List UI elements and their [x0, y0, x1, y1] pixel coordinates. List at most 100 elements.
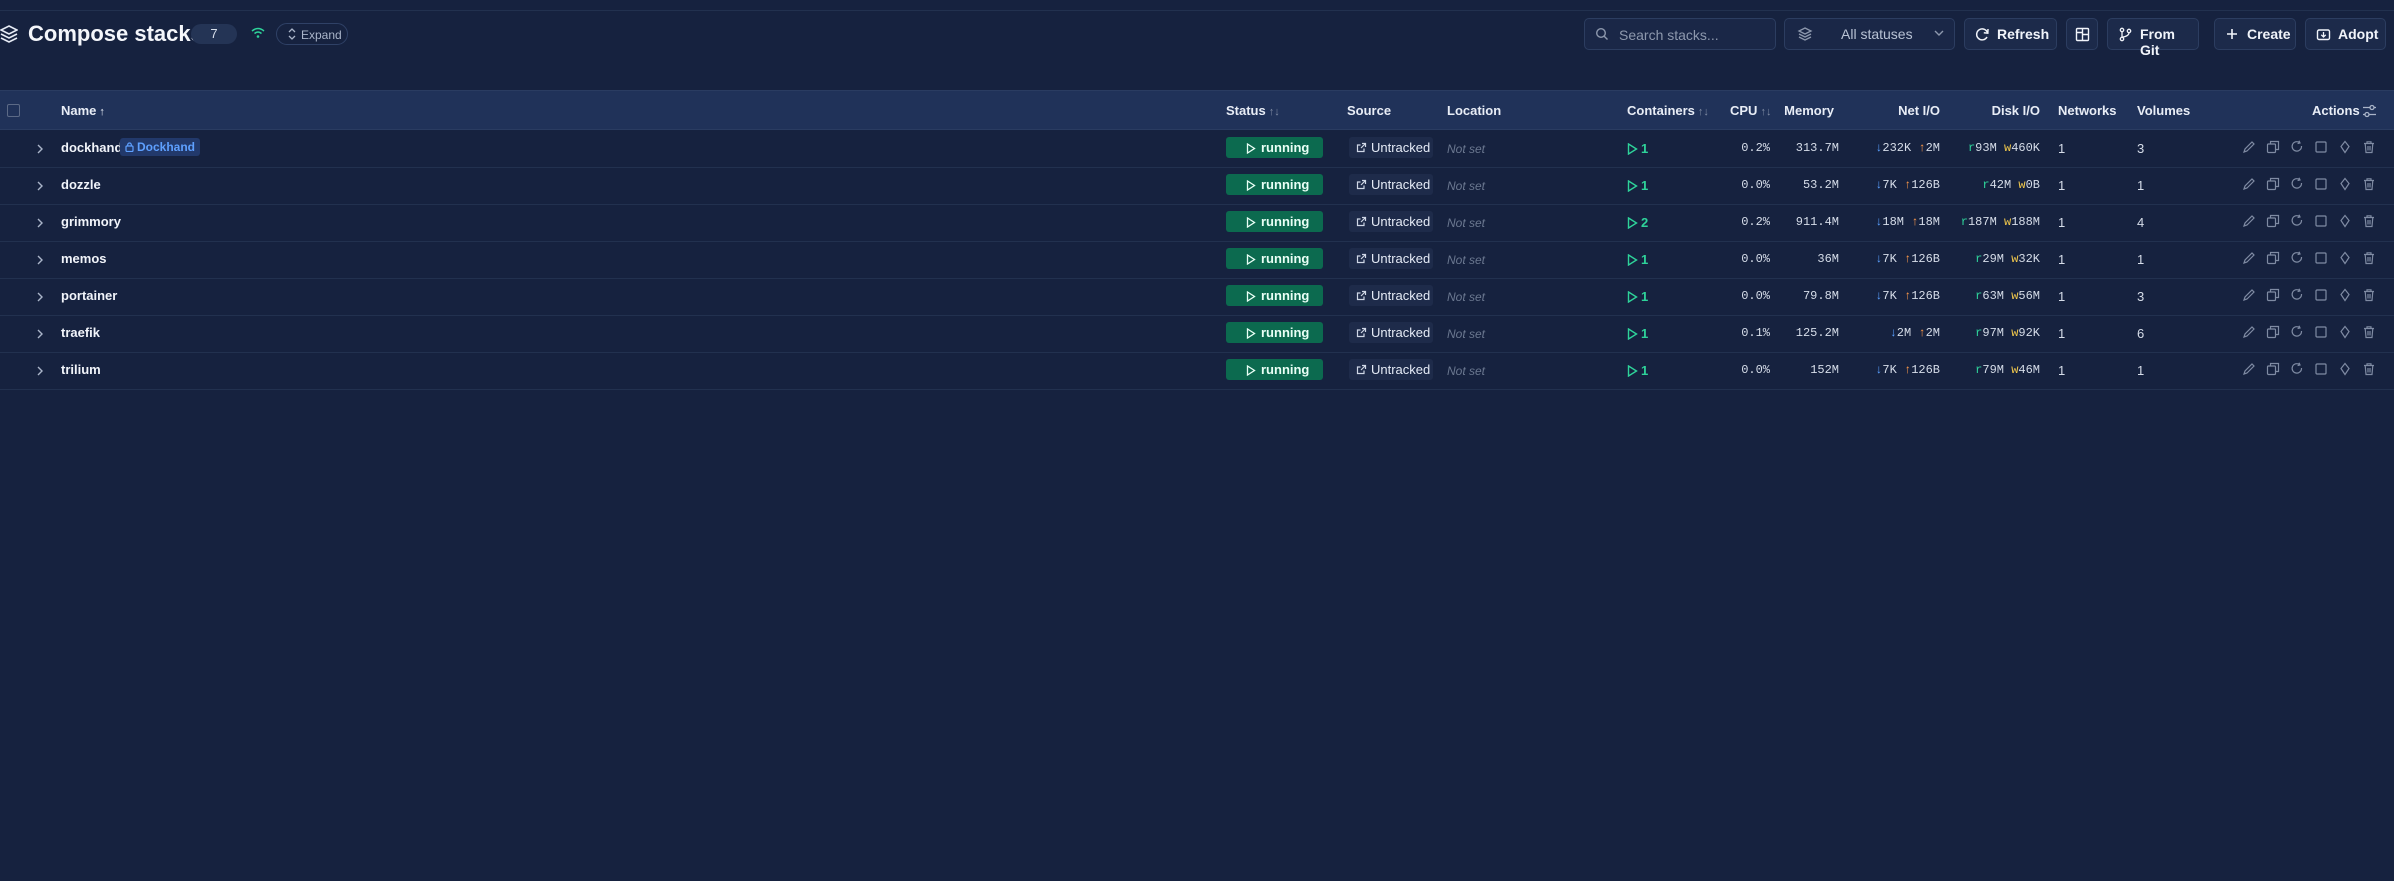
source-badge[interactable]: Untracked: [1349, 285, 1433, 306]
expand-button[interactable]: Expand: [276, 23, 348, 45]
restart-icon[interactable]: [2290, 251, 2304, 265]
copy-icon[interactable]: [2266, 251, 2280, 265]
stop-icon[interactable]: [2314, 140, 2328, 154]
stack-name[interactable]: trilium: [61, 362, 101, 377]
search-box[interactable]: [1584, 18, 1776, 50]
status-badge: running: [1226, 174, 1323, 195]
table-row[interactable]: grimmory running Untracked Not set 2 0.2% 911.…: [0, 204, 2394, 242]
source-badge[interactable]: Untracked: [1349, 211, 1433, 232]
pause-icon[interactable]: [2338, 288, 2352, 302]
edit-icon[interactable]: [2242, 251, 2256, 265]
trash-icon[interactable]: [2362, 288, 2376, 302]
copy-icon[interactable]: [2266, 140, 2280, 154]
stop-icon[interactable]: [2314, 214, 2328, 228]
chevron-right-icon[interactable]: [36, 364, 44, 382]
chevron-right-icon[interactable]: [36, 327, 44, 345]
play-icon: [1627, 215, 1641, 230]
containers-count[interactable]: 1: [1627, 252, 1648, 267]
copy-icon[interactable]: [2266, 177, 2280, 191]
table-row[interactable]: trilium running Untracked Not set 1 0.0% 152M ↓…: [0, 352, 2394, 390]
restart-icon[interactable]: [2290, 214, 2304, 228]
create-button[interactable]: Create: [2214, 18, 2296, 50]
layout-toggle-button[interactable]: [2066, 18, 2098, 50]
table-row[interactable]: dozzle running Untracked Not set 1 0.0% 53.2M ↓…: [0, 167, 2394, 205]
source-badge[interactable]: Untracked: [1349, 248, 1433, 269]
pause-icon[interactable]: [2338, 251, 2352, 265]
pause-icon[interactable]: [2338, 325, 2352, 339]
from-git-button[interactable]: From Git: [2107, 18, 2199, 58]
source-badge[interactable]: Untracked: [1349, 137, 1433, 158]
stack-name[interactable]: dockhand: [61, 140, 122, 155]
containers-count[interactable]: 1: [1627, 326, 1648, 341]
pause-icon[interactable]: [2338, 140, 2352, 154]
edit-icon[interactable]: [2242, 288, 2256, 302]
sort-icon: ↑↓: [1268, 106, 1280, 118]
chevron-right-icon[interactable]: [36, 253, 44, 271]
status-label: running: [1261, 140, 1310, 155]
column-name[interactable]: Name ↑: [61, 103, 105, 118]
edit-icon[interactable]: [2242, 214, 2256, 228]
chevron-right-icon[interactable]: [36, 142, 44, 160]
stack-name[interactable]: portainer: [61, 288, 117, 303]
stack-name[interactable]: memos: [61, 251, 107, 266]
table-row[interactable]: dockhand Dockhand running Untracked Not set 1…: [0, 130, 2394, 168]
containers-count[interactable]: 2: [1627, 215, 1648, 230]
search-input[interactable]: [1617, 25, 1771, 45]
restart-icon[interactable]: [2290, 140, 2304, 154]
source-badge[interactable]: Untracked: [1349, 174, 1433, 195]
chevron-right-icon[interactable]: [36, 179, 44, 197]
containers-value: 1: [1641, 141, 1649, 156]
containers-value: 1: [1641, 289, 1649, 304]
stop-icon[interactable]: [2314, 251, 2328, 265]
refresh-button[interactable]: Refresh: [1964, 18, 2057, 50]
trash-icon[interactable]: [2362, 325, 2376, 339]
copy-icon[interactable]: [2266, 325, 2280, 339]
pause-icon[interactable]: [2338, 362, 2352, 376]
select-all-checkbox[interactable]: [7, 104, 20, 117]
stack-name[interactable]: dozzle: [61, 177, 101, 192]
containers-count[interactable]: 1: [1627, 289, 1648, 304]
stop-icon[interactable]: [2314, 177, 2328, 191]
stop-icon[interactable]: [2314, 325, 2328, 339]
status-filter-select[interactable]: All statuses: [1784, 18, 1955, 50]
containers-count[interactable]: 1: [1627, 178, 1648, 193]
restart-icon[interactable]: [2290, 362, 2304, 376]
edit-icon[interactable]: [2242, 325, 2256, 339]
chevron-right-icon[interactable]: [36, 290, 44, 308]
stop-icon[interactable]: [2314, 362, 2328, 376]
restart-icon[interactable]: [2290, 177, 2304, 191]
stack-name[interactable]: traefik: [61, 325, 100, 340]
table-row[interactable]: memos running Untracked Not set 1 0.0% 36M ↓7K …: [0, 241, 2394, 279]
copy-icon[interactable]: [2266, 362, 2280, 376]
column-cpu[interactable]: CPU ↑↓: [1730, 103, 1771, 118]
stop-icon[interactable]: [2314, 288, 2328, 302]
containers-count[interactable]: 1: [1627, 141, 1648, 156]
adopt-button[interactable]: Adopt: [2305, 18, 2386, 50]
source-badge[interactable]: Untracked: [1349, 359, 1433, 380]
trash-icon[interactable]: [2362, 214, 2376, 228]
trash-icon[interactable]: [2362, 140, 2376, 154]
pause-icon[interactable]: [2338, 214, 2352, 228]
restart-icon[interactable]: [2290, 325, 2304, 339]
column-status[interactable]: Status ↑↓: [1226, 103, 1280, 118]
column-memory: Memory: [1784, 103, 1834, 118]
sliders-icon[interactable]: [2362, 104, 2377, 118]
pause-icon[interactable]: [2338, 177, 2352, 191]
containers-count[interactable]: 1: [1627, 363, 1648, 378]
edit-icon[interactable]: [2242, 177, 2256, 191]
source-badge[interactable]: Untracked: [1349, 322, 1433, 343]
table-row[interactable]: portainer running Untracked Not set 1 0.0% 79.…: [0, 278, 2394, 316]
column-containers[interactable]: Containers ↑↓: [1627, 103, 1709, 118]
containers-value: 2: [1641, 215, 1649, 230]
copy-icon[interactable]: [2266, 288, 2280, 302]
copy-icon[interactable]: [2266, 214, 2280, 228]
trash-icon[interactable]: [2362, 251, 2376, 265]
table-row[interactable]: traefik running Untracked Not set 1 0.1% 125.2…: [0, 315, 2394, 353]
edit-icon[interactable]: [2242, 140, 2256, 154]
chevron-right-icon[interactable]: [36, 216, 44, 234]
restart-icon[interactable]: [2290, 288, 2304, 302]
trash-icon[interactable]: [2362, 362, 2376, 376]
trash-icon[interactable]: [2362, 177, 2376, 191]
edit-icon[interactable]: [2242, 362, 2256, 376]
stack-name[interactable]: grimmory: [61, 214, 121, 229]
